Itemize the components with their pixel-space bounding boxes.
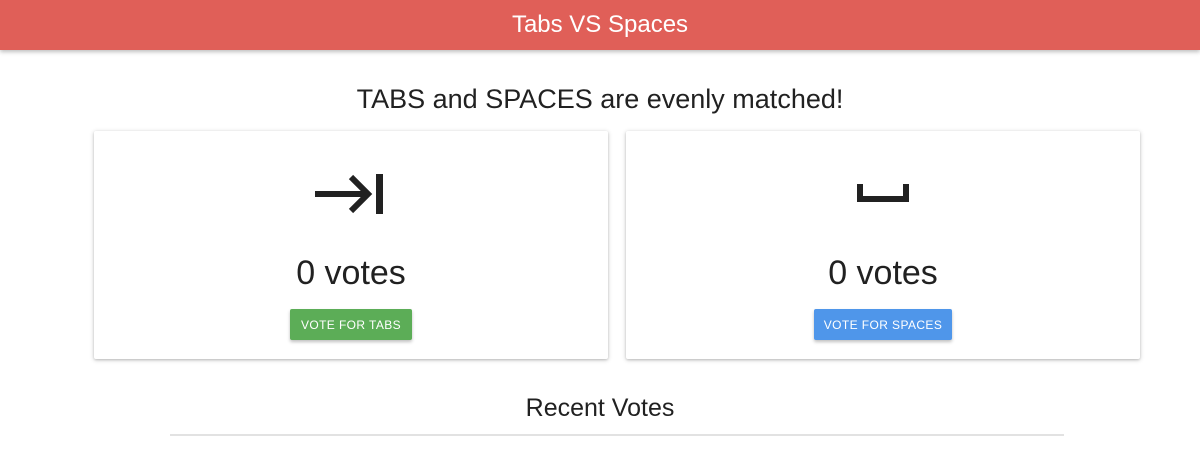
tab-arrow-icon: [94, 159, 608, 229]
tabs-card: 0 votes VOTE FOR TABS: [94, 131, 608, 359]
vote-tabs-button[interactable]: VOTE FOR TABS: [290, 309, 412, 340]
divider: [170, 434, 1064, 436]
spaces-vote-count: 0 votes: [828, 254, 938, 292]
app-header: Tabs VS Spaces: [0, 0, 1200, 50]
match-status: TABS and SPACES are evenly matched!: [356, 84, 844, 114]
app-title: Tabs VS Spaces: [511, 11, 689, 38]
tabs-vote-count: 0 votes: [296, 254, 406, 292]
space-bar-icon: [626, 159, 1140, 229]
vote-spaces-button[interactable]: VOTE FOR SPACES: [814, 309, 952, 340]
spaces-card: 0 votes VOTE FOR SPACES: [626, 131, 1140, 359]
recent-votes-title: Recent Votes: [525, 394, 675, 422]
